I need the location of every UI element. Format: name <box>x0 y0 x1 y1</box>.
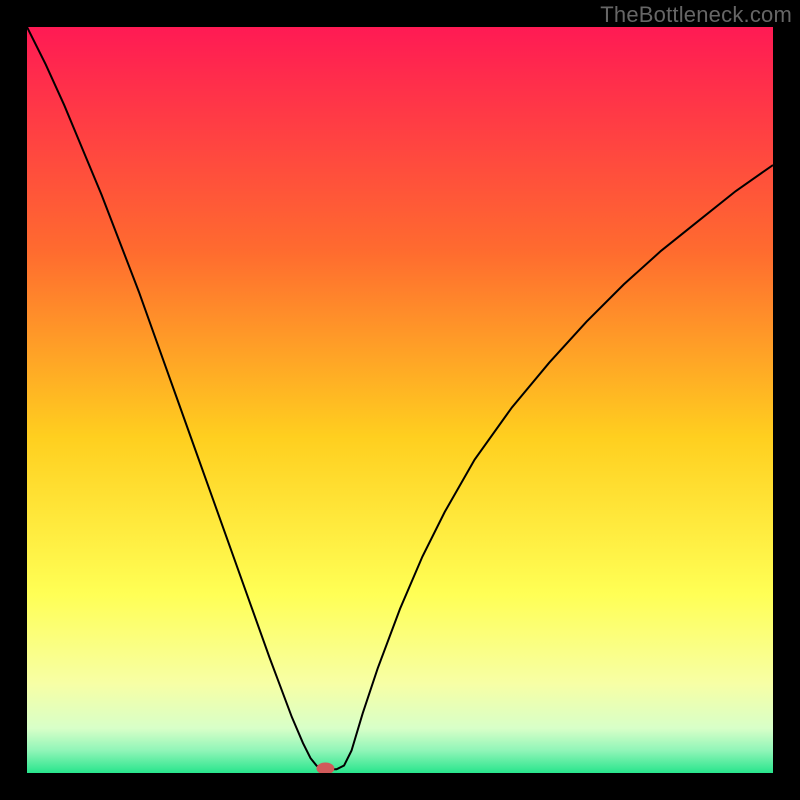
chart-frame: TheBottleneck.com <box>0 0 800 800</box>
plot-area <box>27 27 773 773</box>
gradient-background <box>27 27 773 773</box>
watermark-text: TheBottleneck.com <box>600 2 792 28</box>
bottleneck-chart <box>27 27 773 773</box>
